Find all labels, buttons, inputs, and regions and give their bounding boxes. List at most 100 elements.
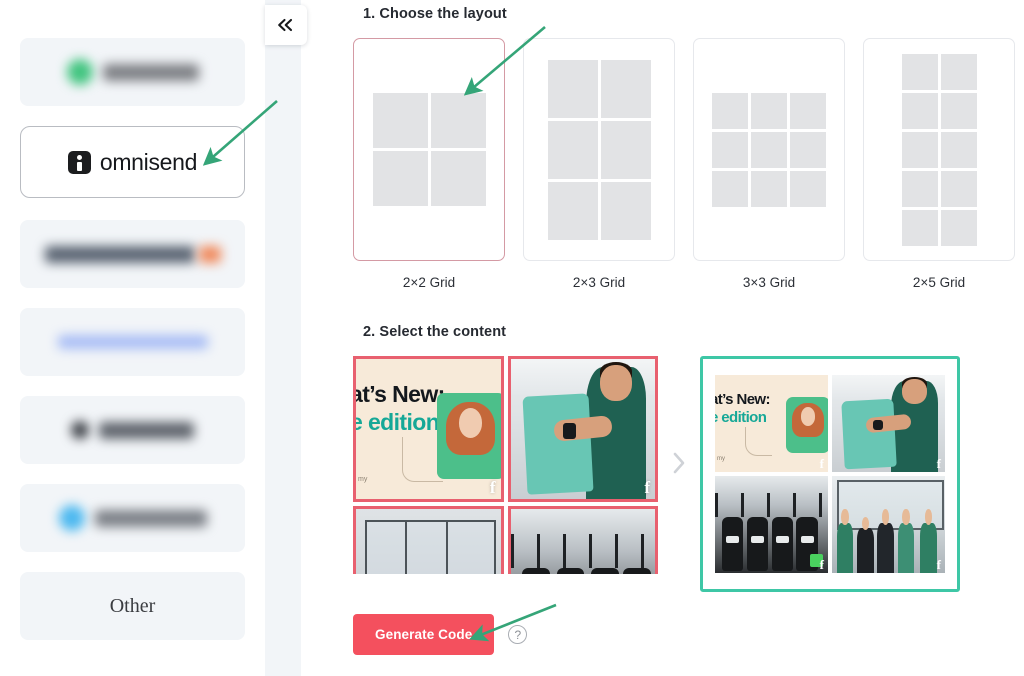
grid-cell [901,209,938,246]
layout-card-3x3[interactable] [693,38,845,261]
sidebar-item-4[interactable] [20,308,245,376]
layout-option-2x3: 2×3 Grid [523,38,675,290]
preview-tile-newsletter: at’s New: e edition my f [715,375,828,472]
sidebar-item-omnisend[interactable]: omnisend [20,126,245,198]
artwork-tshirt [841,398,898,470]
grid-cell [547,181,598,240]
panel-spacer [301,0,331,676]
artwork-person [920,509,938,573]
tile-artwork [715,476,828,573]
generate-row: Generate Code ? [349,614,1010,655]
generate-code-button[interactable]: Generate Code [353,614,495,655]
tile-connector-line [402,437,443,482]
preview-tile-team: f [832,476,945,573]
facebook-badge-icon: f [819,456,824,471]
grid-cell [600,181,651,240]
circle-icon [66,59,93,85]
content-tile-gear[interactable] [507,506,658,574]
artwork-bag [721,516,744,572]
content-source-grid: at’s New: e edition my f f [353,356,658,574]
tile-small-text: my [717,456,725,462]
content-tile-shirt[interactable]: f [507,356,658,502]
tile-heading-line1: at’s New: [353,381,445,407]
artwork-bag [556,567,585,574]
layout-card-2x2[interactable] [353,38,505,261]
sidebar-item-1[interactable] [20,38,245,106]
grid-cell [790,92,826,129]
tile-heading-line1: at’s New: [715,391,771,408]
artwork-person [836,509,854,573]
artwork-bag [522,567,550,574]
sidebar-item-5[interactable] [20,396,245,464]
layout-caption: 2×3 Grid [572,275,626,290]
preview-tile-bags: f [715,476,828,573]
content-preview-separator [658,356,700,574]
grid-cell [372,151,428,206]
artwork-bag [771,516,793,572]
grid-cell [600,120,651,179]
grid-cell [751,131,787,168]
preview-tile-shirt: f [832,375,945,472]
layout-caption: 2×5 Grid [912,275,966,290]
artwork-head [600,364,632,401]
layout-option-2x5: 2×5 Grid [863,38,1015,290]
grid-cell [901,92,938,129]
facebook-badge-icon: f [644,478,650,497]
tile-artwork [510,359,655,499]
sidebar-collapse-button[interactable] [265,5,307,45]
chevron-right-icon [670,449,688,482]
sidebar-item-label-blurred [94,509,207,527]
content-tile-office[interactable] [353,506,504,574]
grid-cell [712,170,748,207]
grid-cell [901,170,938,207]
layout-caption: 3×3 Grid [742,275,796,290]
tile-artwork [510,509,655,574]
circle-icon [58,505,85,531]
tile-connector-line [745,427,772,456]
layout-card-2x3[interactable] [523,38,675,261]
artwork-watch [872,419,883,431]
facebook-badge-icon: f [936,456,941,471]
layout-option-2x2: 2×2 Grid [353,38,505,290]
artwork-bag [623,567,651,574]
grid-cell [547,120,598,179]
artwork-person [877,509,895,573]
facebook-badge-icon: f [819,557,824,572]
tile-artwork [832,476,945,573]
tile-artwork [356,509,501,574]
sidebar-scroll-track[interactable] [265,0,301,676]
artwork-mullion [445,520,448,574]
grid-cell [547,59,598,118]
layout-caption: 2×2 Grid [402,275,456,290]
content-preview-box[interactable]: at’s New: e edition my f f f f [700,356,960,592]
sidebar-item-other[interactable]: Other [20,572,245,640]
tile-small-text: my [358,476,368,483]
layout-card-2x5[interactable] [863,38,1015,261]
sidebar-item-3[interactable] [20,220,245,288]
grid-cell [712,131,748,168]
artwork-bag [591,567,619,574]
sidebar-item-6[interactable] [20,484,245,552]
content-tile-newsletter[interactable]: at’s New: e edition my f [353,356,504,502]
sidebar-item-label: omnisend [99,148,198,175]
grid-cell [712,92,748,129]
layout-preview-grid [712,92,826,207]
grid-cell [430,151,486,206]
preview-grid: at’s New: e edition my f f f f [715,375,945,573]
layout-preview-grid [901,53,977,246]
tile-artwork [832,375,945,472]
question-circle-icon[interactable]: ? [508,625,528,644]
layout-option-3x3: 3×3 Grid [693,38,845,290]
layout-preview-grid [372,93,486,206]
tile-heading-line2: e edition [353,409,440,435]
artwork-glass-wall [364,520,496,574]
sidebar: omnisend Other [0,0,265,676]
grid-cell [940,131,977,168]
sidebar-item-label-blurred [99,421,194,439]
tile-artwork: at’s New: e edition my [715,375,828,472]
grid-cell [751,92,787,129]
grid-cell [901,131,938,168]
artwork-bag [746,516,769,572]
facebook-badge-icon: f [936,557,941,572]
artwork-head [902,378,927,405]
